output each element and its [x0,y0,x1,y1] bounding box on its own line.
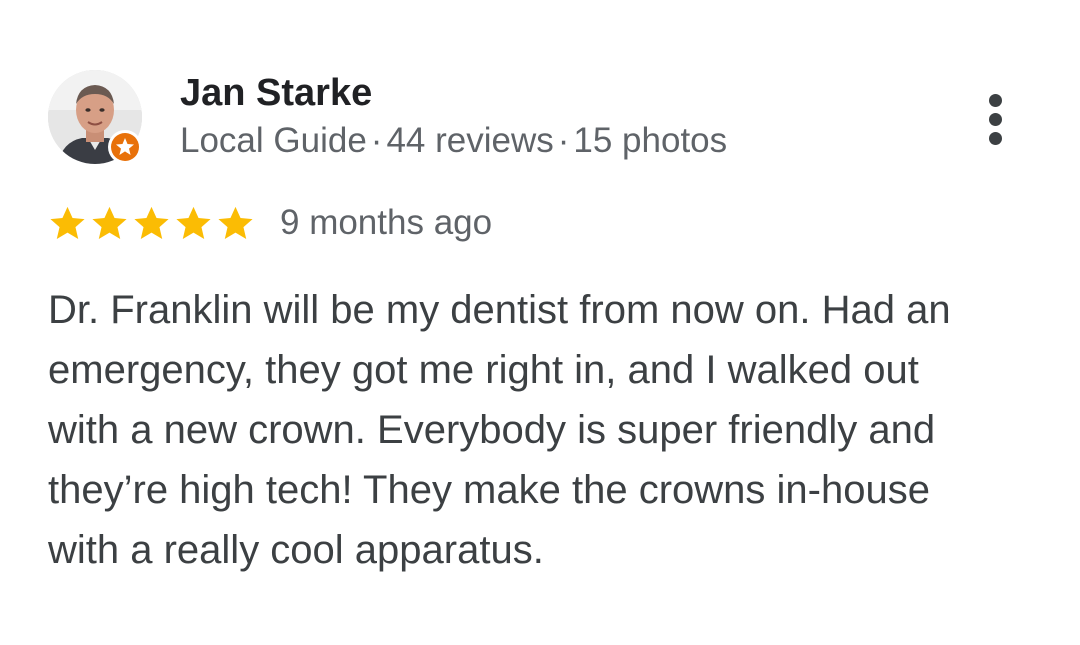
more-vert-icon [989,113,1002,126]
star-rating [48,204,258,243]
reviewer-meta: Local Guide · 44 reviews · 15 photos [180,119,727,163]
star-icon [134,206,169,239]
review-count: 44 reviews [386,121,554,160]
reviewer-name[interactable]: Jan Starke [180,70,372,116]
local-guide-badge-icon [107,129,143,165]
more-options-button[interactable] [972,88,1020,150]
review-text: Dr. Franklin will be my dentist from now… [48,280,1048,580]
rating-row: 9 months ago [48,200,492,246]
meta-separator: · [557,121,570,160]
review-text-line: with a new crown. Everybody is super fri… [48,408,936,452]
meta-separator: · [370,121,383,160]
local-guide-label[interactable]: Local Guide [180,121,367,160]
more-vert-icon [989,132,1002,145]
review-text-line: they’re high tech! They make the crowns … [48,468,930,512]
review-text-line: Dr. Franklin will be my dentist from now… [48,288,951,332]
more-vert-icon [989,94,1002,107]
review-date: 9 months ago [280,203,493,242]
star-icon [50,206,85,239]
star-icon [92,206,127,239]
review-card: Jan Starke Local Guide · 44 reviews · 15 pho… [0,0,1080,645]
star-icon [218,206,253,239]
star-icon [176,206,211,239]
review-text-line: with a really cool apparatus. [48,528,544,572]
photo-count: 15 photos [573,121,728,160]
review-text-line: emergency, they got me right in, and I w… [48,348,919,392]
